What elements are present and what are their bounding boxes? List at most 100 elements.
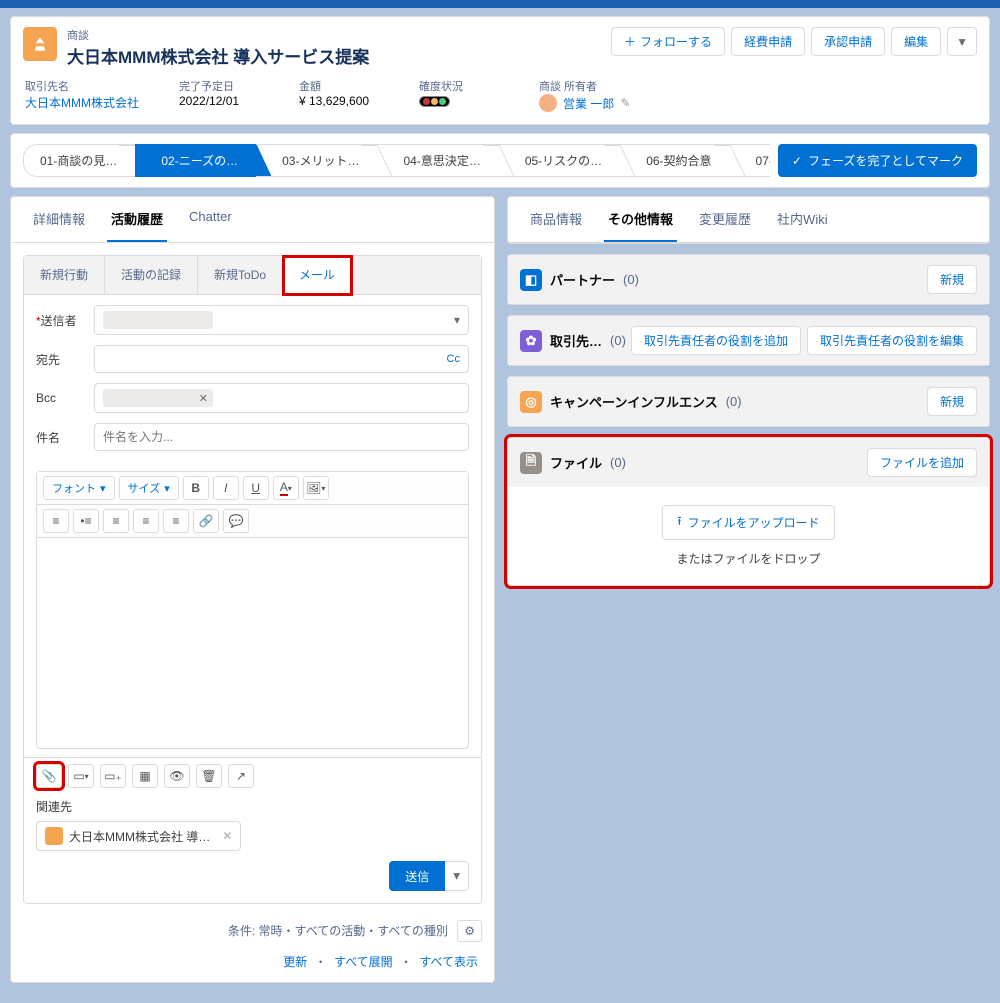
- image-button[interactable]: 🖼▾: [303, 476, 329, 500]
- merge-field-button[interactable]: ▭₊: [100, 764, 126, 788]
- footer-link[interactable]: すべて展開: [334, 955, 393, 969]
- send-button[interactable]: 送信: [389, 861, 445, 891]
- numbered-list-button[interactable]: ≡: [43, 509, 69, 533]
- activity-tab[interactable]: 活動の記録: [105, 256, 198, 294]
- opportunity-icon: [45, 827, 63, 845]
- related-contact-role: ✿ 取引先… (0) 取引先責任者の役割を追加 取引先責任者の役割を編集: [507, 315, 990, 366]
- email-form: *送信者 ▾ 宛先 Cc Bcc ✕: [24, 295, 481, 471]
- preview-button[interactable]: 👁: [164, 764, 190, 788]
- size-select[interactable]: サイズ▾: [119, 476, 179, 500]
- expense-button[interactable]: 経費申請: [731, 27, 805, 56]
- from-label: 送信者: [41, 314, 77, 328]
- related-partner: ◧ パートナー (0) 新規: [507, 254, 990, 305]
- opportunity-icon: [23, 27, 57, 61]
- campaign-new-button[interactable]: 新規: [927, 387, 977, 416]
- from-pill: [103, 311, 213, 329]
- left-tab[interactable]: 活動履歴: [107, 197, 167, 242]
- record-name: 大日本MMM株式会社 導入サービス提案: [67, 43, 369, 68]
- chevron-down-icon: ▾: [100, 482, 106, 495]
- subject-input[interactable]: [94, 423, 469, 451]
- path-step[interactable]: 03-メリット…: [256, 144, 377, 177]
- owner-link[interactable]: 営業 一郎: [563, 95, 614, 112]
- bcc-input[interactable]: ✕: [94, 383, 469, 413]
- right-tab[interactable]: 社内Wiki: [773, 197, 832, 242]
- left-tab[interactable]: 詳細情報: [29, 197, 89, 242]
- contact-role-edit-button[interactable]: 取引先責任者の役割を編集: [807, 326, 977, 355]
- cc-toggle[interactable]: Cc: [447, 353, 460, 365]
- bullet-list-button[interactable]: •≡: [73, 509, 99, 533]
- right-tab[interactable]: 変更履歴: [695, 197, 755, 242]
- from-select[interactable]: ▾: [94, 305, 469, 335]
- probability-label: 確度状況: [419, 78, 499, 94]
- to-input[interactable]: Cc: [94, 345, 469, 373]
- approval-button[interactable]: 承認申請: [811, 27, 885, 56]
- align-right-button[interactable]: ≡: [163, 509, 189, 533]
- mark-stage-complete-button[interactable]: ✓ フェーズを完了としてマーク: [778, 144, 977, 177]
- campaign-icon: ◎: [520, 391, 542, 413]
- filter-text: 条件: 常時・すべての活動・すべての種別: [228, 924, 448, 938]
- file-icon: 🗎: [520, 452, 542, 474]
- email-body[interactable]: [37, 538, 468, 748]
- activity-tab[interactable]: 新規行動: [24, 256, 105, 294]
- underline-button[interactable]: U: [243, 476, 269, 500]
- contact-role-add-button[interactable]: 取引先責任者の役割を追加: [631, 326, 801, 355]
- owner-avatar-icon: [539, 94, 557, 112]
- footer-link[interactable]: 更新: [283, 955, 307, 969]
- activity-tab[interactable]: メール: [283, 256, 352, 295]
- bcc-label: Bcc: [36, 391, 84, 405]
- account-link[interactable]: 大日本MMM株式会社: [25, 94, 139, 111]
- close-date-label: 完了予定日: [179, 78, 259, 94]
- send-dropdown[interactable]: ▾: [445, 861, 469, 891]
- template-button[interactable]: ▭▾: [68, 764, 94, 788]
- bcc-pill[interactable]: ✕: [103, 389, 213, 407]
- drop-file-text: またはファイルをドロップ: [526, 550, 971, 567]
- follow-button[interactable]: ＋フォローする: [611, 27, 725, 56]
- edit-button[interactable]: 編集: [891, 27, 941, 56]
- upload-icon: ⭱: [677, 512, 681, 533]
- text-color-button[interactable]: A▾: [273, 476, 299, 500]
- record-header: 商談 大日本MMM株式会社 導入サービス提案 ＋フォローする 経費申請 承認申請…: [10, 16, 990, 125]
- footer-link[interactable]: すべて表示: [419, 955, 478, 969]
- align-left-button[interactable]: ≡: [103, 509, 129, 533]
- left-tab[interactable]: Chatter: [185, 197, 236, 242]
- upload-file-button[interactable]: ⭱ ファイルをアップロード: [662, 505, 834, 540]
- italic-button[interactable]: I: [213, 476, 239, 500]
- amount-value: ¥ 13,629,600: [299, 94, 379, 108]
- font-select[interactable]: フォント▾: [43, 476, 115, 500]
- probability-value: [419, 94, 499, 108]
- remove-related-icon[interactable]: ✕: [222, 829, 232, 843]
- status-indicator-icon: [419, 96, 450, 107]
- add-file-button[interactable]: ファイルを追加: [867, 448, 977, 477]
- related-label: 関連先: [36, 798, 469, 815]
- related-chip[interactable]: 大日本MMM株式会社 導… ✕: [36, 821, 241, 851]
- delete-draft-button[interactable]: 🗑: [196, 764, 222, 788]
- partner-new-button[interactable]: 新規: [927, 265, 977, 294]
- filter-settings-button[interactable]: ⚙: [457, 920, 482, 942]
- right-panel: 商品情報その他情報変更履歴社内Wiki ◧ パートナー (0) 新規 ✿ 取引先…: [507, 196, 990, 983]
- bold-button[interactable]: B: [183, 476, 209, 500]
- path-step[interactable]: 04-意思決定…: [377, 144, 498, 177]
- right-tab[interactable]: その他情報: [604, 197, 677, 242]
- right-tab[interactable]: 商品情報: [526, 197, 586, 242]
- activity-tab[interactable]: 新規ToDo: [198, 256, 283, 294]
- owner-label: 商談 所有者: [539, 78, 630, 94]
- contact-role-icon: ✿: [520, 330, 542, 352]
- related-files: 🗎 ファイル (0) ファイルを追加 ⭱ ファイルをアップロード またはファイル…: [507, 437, 990, 586]
- more-actions-button[interactable]: ▼: [947, 27, 977, 56]
- popout-button[interactable]: ↗: [228, 764, 254, 788]
- record-type: 商談: [67, 27, 369, 43]
- path-step[interactable]: 06-契約合意: [620, 144, 729, 177]
- link-button[interactable]: 🔗: [193, 509, 219, 533]
- remove-bcc-icon[interactable]: ✕: [199, 392, 208, 405]
- related-campaign: ◎ キャンペーンインフルエンス (0) 新規: [507, 376, 990, 427]
- align-center-button[interactable]: ≡: [133, 509, 159, 533]
- attach-button[interactable]: 📎: [36, 764, 62, 788]
- path-step[interactable]: 02-ニーズの…: [135, 144, 256, 177]
- account-label: 取引先名: [25, 78, 139, 94]
- path-step[interactable]: 05-リスクの…: [499, 144, 620, 177]
- schedule-button[interactable]: ▦: [132, 764, 158, 788]
- clear-format-button[interactable]: 💬: [223, 509, 249, 533]
- change-owner-icon[interactable]: ✎: [620, 96, 630, 110]
- activity-composer: 新規行動活動の記録新規ToDoメール *送信者 ▾ 宛先 Cc: [23, 255, 482, 904]
- path-step[interactable]: 01-商談の見…: [23, 144, 135, 177]
